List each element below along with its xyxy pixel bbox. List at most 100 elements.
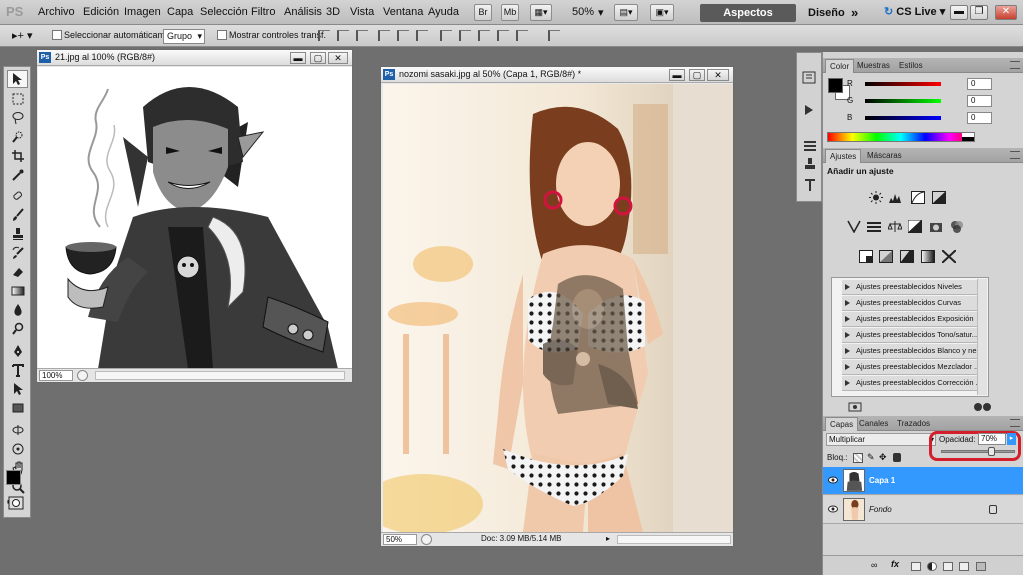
minimize-doc-button[interactable]: ▬	[290, 52, 306, 64]
align-right-icon[interactable]	[416, 30, 428, 41]
extras-button[interactable]: ▦▾	[530, 4, 552, 21]
layer-name[interactable]: Fondo	[869, 505, 892, 514]
eye-icon[interactable]	[828, 505, 838, 513]
document-title-bar[interactable]: Ps nozomi sasaki.jpg al 50% (Capa 1, RGB…	[381, 67, 733, 83]
shape-tool[interactable]	[7, 399, 28, 417]
tab-ajustes[interactable]: Ajustes	[825, 149, 862, 163]
lock-transparent-icon[interactable]	[853, 453, 863, 463]
tab-estilos[interactable]: Estilos	[895, 59, 927, 73]
zoom-field[interactable]: 50%	[383, 534, 417, 545]
foreground-color-swatch[interactable]	[6, 470, 21, 485]
marquee-tool[interactable]	[7, 90, 28, 108]
tab-capas[interactable]: Capas	[825, 417, 859, 431]
gradient-map-icon[interactable]	[921, 250, 935, 263]
status-info-icon[interactable]	[77, 370, 88, 381]
invert-icon[interactable]	[859, 250, 873, 263]
history-brush-tool[interactable]	[7, 244, 28, 262]
preset-exposicion[interactable]: Ajustes preestablecidos Exposición	[842, 312, 985, 327]
pen-tool[interactable]	[7, 342, 28, 360]
eyedropper-tool[interactable]	[7, 166, 28, 184]
opacity-slider-track[interactable]	[941, 447, 1015, 456]
screen-mode-button[interactable]: ▣▾	[650, 4, 674, 21]
document-canvas[interactable]	[38, 67, 352, 369]
minimize-doc-button[interactable]: ▬	[669, 69, 685, 81]
align-top-icon[interactable]	[318, 30, 330, 41]
preset-tono-saturacion[interactable]: Ajustes preestablecidos Tono/satur...	[842, 328, 985, 343]
maximize-doc-button[interactable]: ▢	[689, 69, 705, 81]
workspace-design-button[interactable]: Diseño	[808, 7, 845, 19]
layer-row-capa1[interactable]: Capa 1	[823, 467, 1023, 495]
blue-value-input[interactable]: 0	[967, 112, 992, 124]
close-window-button[interactable]: ✕	[995, 5, 1017, 20]
panel-menu-icon[interactable]	[1010, 151, 1020, 159]
preset-niveles[interactable]: Ajustes preestablecidos Niveles	[842, 280, 985, 295]
tab-mascaras[interactable]: Máscaras	[863, 149, 906, 163]
preset-correccion[interactable]: Ajustes preestablecidos Corrección ...	[842, 376, 985, 391]
brightness-contrast-icon[interactable]	[869, 191, 883, 204]
preset-curvas[interactable]: Ajustes preestablecidos Curvas	[842, 296, 985, 311]
quick-selection-tool[interactable]	[7, 128, 28, 146]
auto-align-icon[interactable]	[548, 30, 560, 41]
menu-analisis[interactable]: Análisis	[284, 6, 322, 18]
menu-ventana[interactable]: Ventana	[383, 6, 423, 18]
distribute-bottom-icon[interactable]	[478, 30, 490, 41]
menu-ayuda[interactable]: Ayuda	[428, 6, 459, 18]
new-layer-icon[interactable]	[959, 562, 969, 571]
horizontal-scrollbar[interactable]	[95, 371, 345, 380]
show-transform-checkbox[interactable]	[217, 30, 227, 40]
opacity-input[interactable]: 70%	[978, 433, 1006, 445]
distribute-vcenter-icon[interactable]	[459, 30, 471, 41]
tab-muestras[interactable]: Muestras	[853, 59, 894, 73]
zoom-field[interactable]: 100%	[39, 370, 73, 381]
more-workspaces-icon[interactable]: »	[851, 5, 858, 20]
eraser-tool[interactable]	[7, 263, 28, 281]
close-doc-button[interactable]: ✕	[707, 69, 729, 81]
vibrance-icon[interactable]	[847, 220, 861, 233]
lasso-tool[interactable]	[7, 109, 28, 127]
menu-capa[interactable]: Capa	[167, 6, 193, 18]
curves-icon[interactable]	[911, 191, 925, 204]
menu-edicion[interactable]: Edición	[83, 6, 119, 18]
layer-row-fondo[interactable]: Fondo	[823, 496, 1023, 524]
black-white-icon[interactable]	[908, 220, 922, 233]
character-panel-icon[interactable]	[802, 178, 818, 192]
link-layers-icon[interactable]: ∞	[871, 560, 877, 570]
minibridge-button[interactable]: Mb	[501, 4, 519, 21]
menu-filtro[interactable]: Filtro	[251, 6, 275, 18]
minimize-window-button[interactable]: ▬	[950, 5, 968, 20]
distribute-hcenter-icon[interactable]	[516, 30, 528, 41]
cslive-button[interactable]: ↻ CS Live ▾	[884, 5, 945, 18]
restore-window-button[interactable]: ❐	[970, 5, 988, 20]
clip-to-layer-icon[interactable]	[848, 402, 862, 412]
document-canvas[interactable]	[383, 84, 733, 532]
menu-vista[interactable]: Vista	[350, 6, 374, 18]
opacity-dropdown-button[interactable]: ▸	[1007, 433, 1016, 445]
blue-slider[interactable]: B 0	[847, 112, 992, 124]
photo-filter-icon[interactable]	[929, 220, 943, 233]
channel-mixer-icon[interactable]	[950, 220, 964, 233]
panel-menu-icon[interactable]	[1010, 419, 1020, 427]
add-mask-icon[interactable]	[911, 562, 921, 571]
new-adjustment-layer-icon[interactable]	[927, 562, 937, 571]
status-info-icon[interactable]	[421, 534, 432, 545]
tab-canales[interactable]: Canales	[855, 417, 892, 431]
align-bottom-icon[interactable]	[356, 30, 368, 41]
distribute-left-icon[interactable]	[497, 30, 509, 41]
horizontal-scrollbar[interactable]	[617, 535, 731, 544]
document-window-nozomi[interactable]: Ps nozomi sasaki.jpg al 50% (Capa 1, RGB…	[380, 66, 734, 547]
selective-color-icon[interactable]	[942, 250, 956, 263]
preset-mezclador[interactable]: Ajustes preestablecidos Mezclador ...	[842, 360, 985, 375]
hue-saturation-icon[interactable]	[867, 220, 881, 233]
blend-mode-select[interactable]: Multiplicar ▾	[826, 433, 936, 446]
opacity-slider-handle[interactable]	[988, 447, 995, 456]
maximize-doc-button[interactable]: ▢	[310, 52, 326, 64]
blur-tool[interactable]	[7, 301, 28, 319]
menu-archivo[interactable]: Archivo	[38, 6, 75, 18]
align-left-icon[interactable]	[378, 30, 390, 41]
align-hcenter-icon[interactable]	[397, 30, 409, 41]
layer-style-icon[interactable]: fx	[891, 559, 899, 569]
arrange-documents-button[interactable]: ▤▾	[614, 4, 638, 21]
document-title-bar[interactable]: Ps 21.jpg al 100% (RGB/8#) ▬ ▢ ✕	[37, 50, 352, 66]
brush-tool[interactable]	[7, 206, 28, 224]
workspace-essentials-button[interactable]: Aspectos esenciales	[700, 4, 796, 37]
